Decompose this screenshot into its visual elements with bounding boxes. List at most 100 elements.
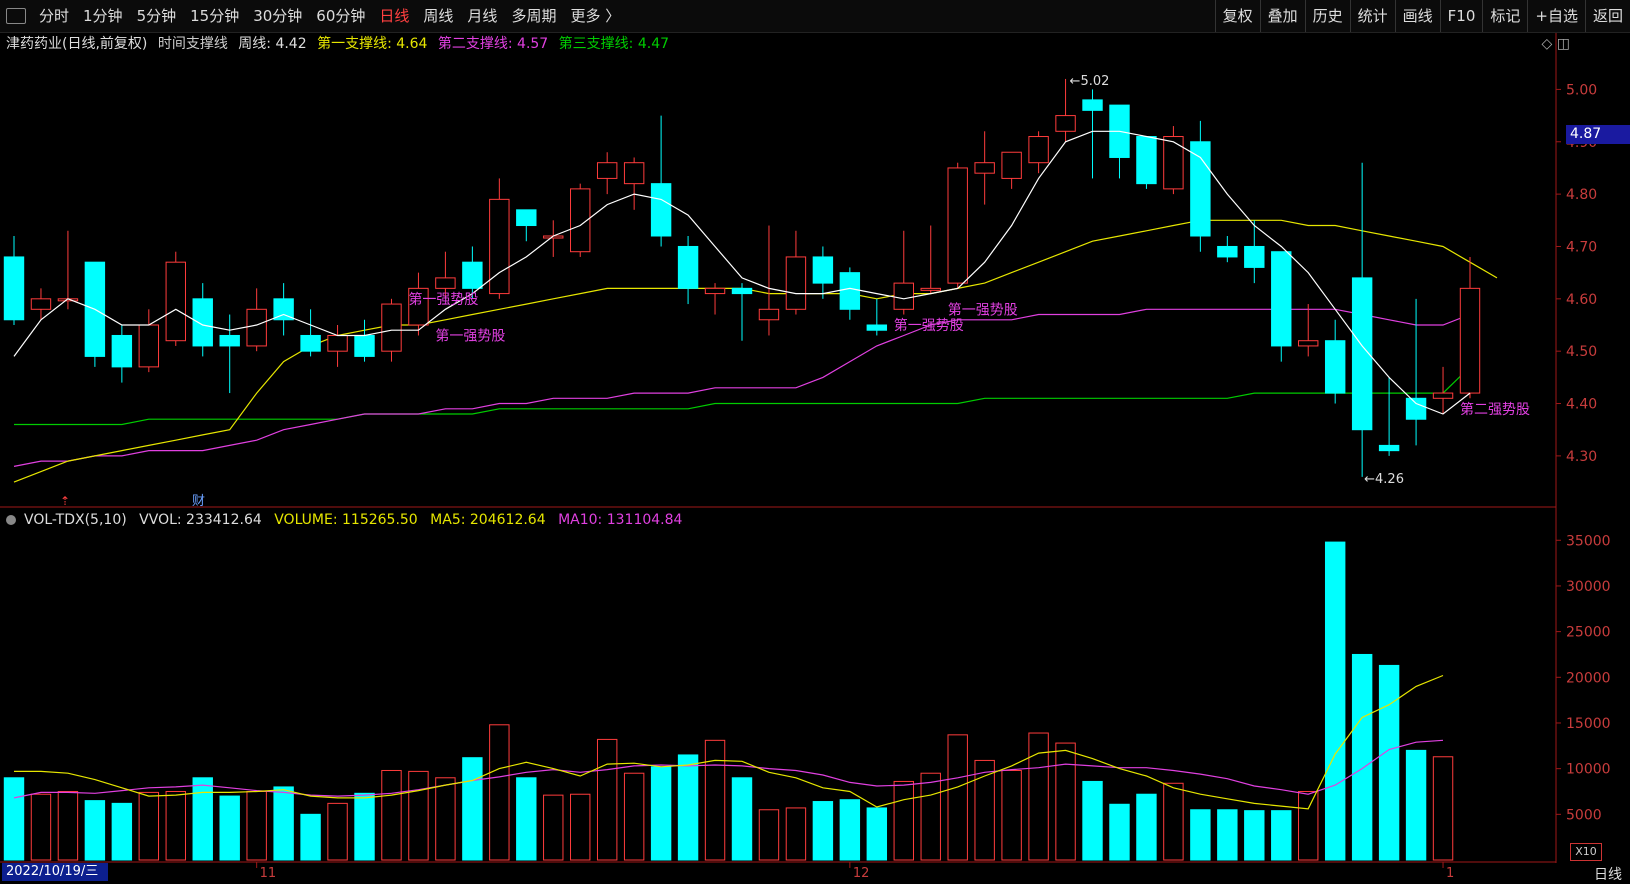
volume-bar: [489, 724, 510, 861]
candle-body: [1028, 136, 1049, 164]
candle-body: [246, 308, 267, 347]
candle-body: [1055, 115, 1076, 132]
volume-bar: [1055, 742, 1076, 861]
price-tick-label: 4.40: [1566, 397, 1597, 413]
volume-bar: [623, 772, 645, 861]
candle-body: [1001, 151, 1022, 179]
volume-bar: [947, 734, 968, 861]
candle-body: [812, 256, 834, 284]
candle-body: [3, 256, 25, 321]
volume-bar: [57, 790, 79, 861]
support2-value: 第二支撑线: 4.57: [437, 36, 549, 52]
volume-bar: [1001, 769, 1022, 861]
candle-body: [138, 324, 160, 368]
indicator-name[interactable]: 时间支撑线: [158, 36, 228, 52]
volume-bar: [677, 754, 699, 861]
signal-label: 第一强势股: [948, 301, 1018, 318]
candle-body: [758, 308, 780, 321]
candle-body: [1244, 245, 1265, 268]
volume-bar: [866, 807, 888, 861]
volume-bar: [596, 738, 618, 861]
vol-indicator-name[interactable]: VOL-TDX(5,10): [24, 512, 127, 528]
candle-body: [1082, 99, 1103, 111]
volume-bar: [650, 766, 672, 861]
volume-bar: [462, 757, 483, 861]
volume-bar: [165, 790, 186, 861]
price-tick-label: 4.30: [1566, 449, 1597, 465]
volume-bar: [1082, 780, 1103, 861]
signal-label: 第一强势股: [435, 327, 505, 344]
candle-body: [516, 209, 537, 227]
candle-body: [165, 261, 186, 342]
candle-body: [974, 162, 995, 174]
volume-tick-label: 35000: [1566, 533, 1611, 549]
volume-bar: [731, 777, 753, 861]
volume-bar: [1163, 782, 1184, 861]
candle-body: [354, 334, 375, 357]
candle-body: [893, 282, 914, 310]
volume-bar: [111, 802, 133, 861]
price-info-bar: 津药药业(日线,前复权) 时间支撑线 周线: 4.42 第一支撑线: 4.64 …: [6, 33, 675, 55]
diamond-icon[interactable]: ◇: [1542, 36, 1553, 52]
candle-body: [219, 334, 240, 347]
weekly-line: [13, 130, 1471, 415]
volume-bar: [1324, 541, 1346, 861]
stock-name: 津药药业(日线,前复权): [6, 36, 148, 52]
current-price-badge: 4.87: [1566, 125, 1630, 144]
ma10-value: MA10: 131104.84: [558, 512, 683, 528]
kline-chart[interactable]: 5.004.904.804.704.604.504.404.3035000300…: [0, 0, 1630, 881]
candle-body: [839, 272, 861, 310]
volume-value: VOLUME: 115265.50: [274, 512, 418, 528]
candle-body: [1190, 141, 1211, 237]
volume-bar: [435, 777, 456, 861]
volume-bar: [30, 793, 52, 861]
period-label: 日线: [1594, 867, 1622, 883]
price-tick-label: 4.70: [1566, 239, 1597, 255]
volume-tick-label: 10000: [1566, 762, 1611, 778]
volume-bar: [1405, 749, 1427, 861]
indicator-dot-icon[interactable]: [6, 515, 16, 525]
candle-body: [677, 245, 699, 289]
signal-label: 第一强势股: [408, 291, 478, 308]
volume-bar: [704, 739, 726, 861]
high-price-label: ←5.02: [1070, 74, 1110, 89]
time-tick-label: 1: [1446, 866, 1454, 881]
candle-body: [1459, 287, 1481, 394]
volume-bar: [354, 792, 375, 861]
panel-icons: ◇ ◫: [1542, 36, 1570, 52]
volume-info-bar: VOL-TDX(5,10) VVOL: 233412.64 VOLUME: 11…: [6, 509, 690, 531]
low-price-label: ←4.26: [1364, 472, 1404, 487]
volume-bar: [1298, 790, 1319, 861]
volume-bar: [192, 777, 213, 861]
volume-tick-label: 20000: [1566, 670, 1611, 686]
candle-body: [489, 198, 510, 295]
candle-body: [704, 287, 726, 295]
price-tick-label: 4.80: [1566, 187, 1597, 203]
candle-body: [1324, 340, 1346, 394]
candle-body: [1298, 340, 1319, 347]
volume-tick-label: 30000: [1566, 579, 1611, 595]
volume-bar: [327, 802, 348, 861]
candle-body: [1405, 397, 1427, 420]
volume-bar: [893, 780, 914, 861]
volume-bar: [570, 793, 591, 861]
volume-bar: [138, 791, 160, 861]
volume-bar: [408, 770, 429, 861]
volume-bar: [381, 769, 402, 861]
candle-body: [1163, 136, 1184, 190]
time-tick-label: 11: [260, 866, 277, 881]
volume-ma10-line: [13, 739, 1444, 799]
volume-bar: [3, 777, 25, 861]
volume-bar: [812, 801, 834, 861]
candle-body: [435, 277, 456, 289]
volume-bar: [300, 813, 321, 861]
vvol-value: VVOL: 233412.64: [139, 512, 262, 528]
volume-bar: [273, 786, 294, 861]
volume-scale-label: X10: [1570, 843, 1602, 861]
window-icon[interactable]: ◫: [1557, 36, 1570, 52]
cursor-date-label: 2022/10/19/三: [2, 863, 108, 881]
candle-body: [192, 298, 213, 347]
volume-bar: [1109, 803, 1130, 861]
volume-bar: [246, 790, 267, 861]
volume-tick-label: 25000: [1566, 625, 1611, 641]
